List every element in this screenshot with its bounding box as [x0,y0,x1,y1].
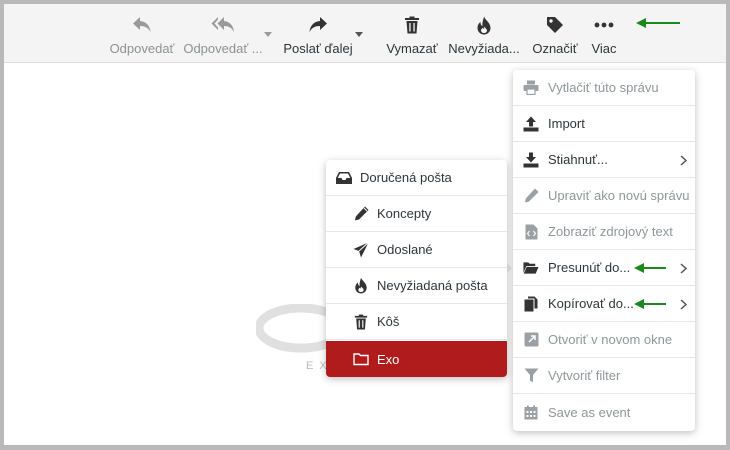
folder-label: Doručená pošta [360,170,452,185]
menu-item-create-filter[interactable]: Vytvoriť filter [513,358,695,394]
menu-item-label: Zobraziť zdrojový text [548,224,673,239]
folder-picker-popup: Doručená pošta Koncepty Odoslané Nevyžia… [326,160,507,377]
copy-icon [523,296,539,312]
fire-icon [476,14,492,36]
external-window-icon [523,332,539,348]
chevron-right-icon [680,262,688,277]
more-button[interactable]: Viac [586,4,622,63]
folder-icon [353,351,369,367]
menu-item-download[interactable]: Stiahnuť... [513,142,695,178]
reply-all-dropdown-caret[interactable] [264,32,272,37]
download-icon [523,152,539,168]
reply-icon [132,14,152,36]
tag-icon [546,14,564,36]
menu-item-copy-to[interactable]: Kopírovať do... [513,286,695,322]
menu-item-label: Import [548,116,585,131]
folder-label: Kôš [377,314,400,329]
annotation-arrow-line [642,267,666,269]
delete-button[interactable]: Vymazať [384,4,440,63]
folder-label: Odoslané [377,242,433,257]
reply-all-icon [211,14,235,36]
folder-label: Koncepty [377,206,432,221]
folder-item-exo[interactable]: Exo [326,341,507,377]
mark-label: Označiť [532,41,578,56]
menu-item-label: Save as event [548,404,631,420]
mail-window: Odpovedať Odpovedať ... Poslať ďalej Vym… [4,4,726,445]
upload-icon [523,116,539,132]
menu-item-label: Kopírovať do... [548,296,634,311]
folder-item-inbox[interactable]: Doručená pošta [326,160,507,196]
menu-item-save-as-event[interactable]: Save as event [513,394,695,430]
annotation-arrow-line [642,303,666,305]
folder-item-sent[interactable]: Odoslané [326,232,507,268]
trash-icon [353,314,369,330]
more-label: Viac [591,41,617,56]
mark-button[interactable]: Označiť [530,4,580,63]
chevron-right-icon [680,154,688,169]
folder-item-trash[interactable]: Kôš [326,304,507,340]
folder-open-icon [523,260,539,276]
chevron-right-icon [680,298,688,313]
message-toolbar: Odpovedať Odpovedať ... Poslať ďalej Vym… [4,4,726,63]
annotation-arrow-line [644,22,680,24]
delete-label: Vymazať [386,41,438,56]
pencil-icon [523,188,539,204]
ellipsis-icon [594,14,614,36]
reply-label: Odpovedať [109,41,175,56]
print-icon [523,80,539,96]
folder-item-junk[interactable]: Nevyžiadaná pošta [326,268,507,304]
junk-label: Nevyžiada... [448,41,520,56]
trash-icon [404,14,420,36]
menu-item-label: Upraviť ako novú správu [548,188,690,203]
reply-button[interactable]: Odpovedať [108,4,176,63]
folder-label: Exo [377,351,400,367]
menu-item-label: Otvoriť v novom okne [548,332,673,347]
inbox-icon [336,170,352,186]
menu-item-edit-as-new[interactable]: Upraviť ako novú správu [513,178,695,214]
forward-icon [308,14,328,36]
menu-item-view-source[interactable]: Zobraziť zdrojový text [513,214,695,250]
menu-item-import[interactable]: Import [513,106,695,142]
forward-label: Poslať ďalej [283,41,353,56]
forward-button[interactable]: Poslať ďalej [282,4,354,63]
junk-button[interactable]: Nevyžiada... [448,4,520,63]
calendar-icon [523,404,539,420]
menu-item-print[interactable]: Vytlačiť túto správu [513,70,695,106]
menu-item-open-new-window[interactable]: Otvoriť v novom okne [513,322,695,358]
folder-item-drafts[interactable]: Koncepty [326,196,507,232]
menu-item-label: Vytvoriť filter [548,368,621,383]
fire-icon [353,277,369,294]
menu-item-move-to[interactable]: Presunúť do... [513,250,695,286]
folder-label: Nevyžiadaná pošta [377,278,488,293]
filter-icon [523,368,539,384]
more-menu: Vytlačiť túto správu Import Stiahnuť... … [513,70,695,431]
menu-item-label: Presunúť do... [548,260,631,275]
send-icon [353,241,369,258]
forward-dropdown-caret[interactable] [355,32,363,37]
menu-item-label: Stiahnuť... [548,152,608,167]
pencil-icon [353,206,369,222]
code-file-icon [523,224,539,240]
popup-pointer [507,263,512,273]
reply-all-button[interactable]: Odpovedať ... [182,4,264,63]
reply-all-label: Odpovedať ... [183,41,263,56]
menu-item-label: Vytlačiť túto správu [548,80,659,95]
